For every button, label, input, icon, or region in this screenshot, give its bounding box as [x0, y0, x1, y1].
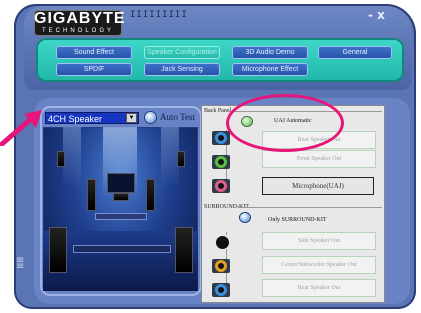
light-beam — [63, 127, 81, 187]
tab-microphone-effect[interactable]: Microphone Effect — [232, 63, 308, 76]
tab-speaker-configuration[interactable]: Speaker Configuration — [144, 46, 220, 59]
only-surround-kit-label: Only SURROUND-KIT — [268, 217, 327, 223]
tab-3d-audio-demo[interactable]: 3D Audio Demo — [232, 46, 308, 59]
jack-side — [213, 235, 231, 249]
pointer-arrow-icon — [0, 110, 42, 146]
auto-test-label: Auto Test — [160, 112, 195, 122]
highlight-ellipse — [226, 94, 344, 152]
tab-panel: Sound Effect Speaker Configuration 3D Au… — [36, 38, 404, 82]
microphone-uaj-out[interactable]: Microphone(UAJ) — [262, 177, 374, 195]
only-surround-kit-toggle[interactable] — [240, 213, 250, 222]
tab-sound-effect[interactable]: Sound Effect — [56, 46, 132, 59]
drag-grip[interactable]: IIIIIIIII — [130, 10, 188, 20]
rear-right-speaker — [175, 227, 193, 273]
side-grip[interactable]: ≡ ≡ — [16, 256, 24, 272]
gigabyte-logo: GIGABYTE TECHNOLOGY — [34, 10, 126, 36]
dropdown-arrow-icon[interactable]: ▼ — [126, 113, 137, 123]
jack-front — [212, 155, 230, 169]
tab-jack-sensing[interactable]: Jack Sensing — [144, 63, 220, 76]
speaker-room-image — [43, 127, 198, 291]
front-table — [73, 245, 171, 253]
front-left-speaker — [87, 179, 96, 211]
tab-spdif[interactable]: SPDIF — [56, 63, 132, 76]
speaker-mode-select[interactable]: 4CH Speaker — [45, 112, 139, 124]
tv-screen — [107, 173, 135, 193]
left-wall-speaker — [57, 151, 65, 167]
room-table — [95, 213, 147, 220]
rear-left-speaker — [49, 227, 67, 273]
jack-surround-rear — [212, 283, 230, 297]
surround-rear-speaker-out[interactable]: Rear Speaker Out — [262, 279, 376, 297]
right-wall-speaker — [177, 151, 185, 167]
side-speaker-out[interactable]: Side Speaker Out — [262, 232, 376, 250]
divider — [238, 207, 382, 208]
auto-test-button[interactable] — [145, 112, 156, 123]
jack-microphone — [212, 179, 230, 193]
front-speaker-out[interactable]: Front Speaker Out — [262, 150, 376, 168]
jack-rear — [212, 131, 230, 145]
center-subwoofer-speaker-out[interactable]: Center/Subwoofer Speaker Out — [262, 256, 376, 274]
window-controls[interactable]: - x — [368, 8, 385, 22]
front-right-speaker — [146, 179, 155, 211]
jack-center-subwoofer — [212, 259, 230, 273]
center-speaker — [113, 193, 129, 201]
tab-general[interactable]: General — [318, 46, 392, 59]
